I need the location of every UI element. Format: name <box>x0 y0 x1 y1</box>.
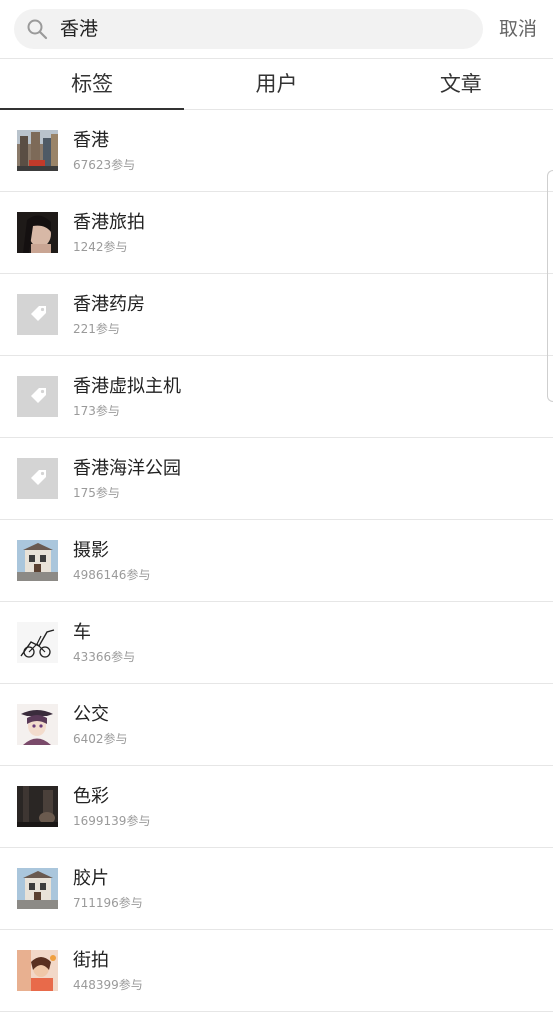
tag-icon <box>17 294 58 335</box>
item-count: 173参与 <box>73 404 120 418</box>
list-item[interactable]: 车 43366参与 <box>0 602 553 684</box>
cancel-button[interactable]: 取消 <box>499 9 537 49</box>
item-title: 香港虚拟主机 <box>73 376 181 397</box>
item-title: 车 <box>73 622 91 643</box>
building-photo <box>17 540 58 581</box>
scroll-indicator[interactable] <box>547 170 553 402</box>
item-title: 街拍 <box>73 950 109 971</box>
list-item[interactable]: 香港旅拍 1242参与 <box>0 192 553 274</box>
item-title: 公交 <box>73 704 109 725</box>
item-count: 1699139参与 <box>73 814 151 828</box>
item-count: 221参与 <box>73 322 120 336</box>
results-list: 香港 67623参与 香港旅拍 1242参与 香港药房 221参与 香港虚拟主机… <box>0 110 553 1012</box>
building-photo <box>17 868 58 909</box>
item-count: 6402参与 <box>73 732 128 746</box>
list-item[interactable]: 公交 6402参与 <box>0 684 553 766</box>
tag-icon <box>17 458 58 499</box>
item-count: 175参与 <box>73 486 120 500</box>
search-bar: 取消 <box>0 0 553 58</box>
tag-icon <box>17 376 58 417</box>
item-title: 摄影 <box>73 540 109 561</box>
search-input[interactable] <box>60 9 460 49</box>
tab-articles[interactable]: 文章 <box>369 59 553 109</box>
item-title: 香港药房 <box>73 294 145 315</box>
list-item[interactable]: 香港 67623参与 <box>0 110 553 192</box>
tab-tags[interactable]: 标签 <box>0 59 185 110</box>
item-count: 4986146参与 <box>73 568 151 582</box>
dark-photo <box>17 786 58 827</box>
item-title: 香港旅拍 <box>73 212 145 233</box>
search-box[interactable] <box>14 9 483 49</box>
list-item[interactable]: 胶片 711196参与 <box>0 848 553 930</box>
list-item[interactable]: 香港药房 221参与 <box>0 274 553 356</box>
item-count: 448399参与 <box>73 978 143 992</box>
anime-illustration <box>17 704 58 745</box>
list-item[interactable]: 香港海洋公园 175参与 <box>0 438 553 520</box>
list-item[interactable]: 香港虚拟主机 173参与 <box>0 356 553 438</box>
item-count: 43366参与 <box>73 650 136 664</box>
tab-bar: 标签 用户 文章 <box>0 58 553 110</box>
item-title: 香港海洋公园 <box>73 458 181 479</box>
list-item[interactable]: 摄影 4986146参与 <box>0 520 553 602</box>
item-count: 711196参与 <box>73 896 143 910</box>
list-item[interactable]: 色彩 1699139参与 <box>0 766 553 848</box>
sketch-illustration <box>17 622 58 663</box>
search-icon <box>26 18 48 40</box>
portrait-photo <box>17 212 58 253</box>
item-title: 色彩 <box>73 786 109 807</box>
colorful-photo <box>17 950 58 991</box>
item-title: 香港 <box>73 130 109 151</box>
tab-users[interactable]: 用户 <box>184 59 368 109</box>
item-title: 胶片 <box>73 868 109 889</box>
item-count: 67623参与 <box>73 158 136 172</box>
item-count: 1242参与 <box>73 240 128 254</box>
city-street-photo <box>17 130 58 171</box>
list-item[interactable]: 街拍 448399参与 <box>0 930 553 1012</box>
